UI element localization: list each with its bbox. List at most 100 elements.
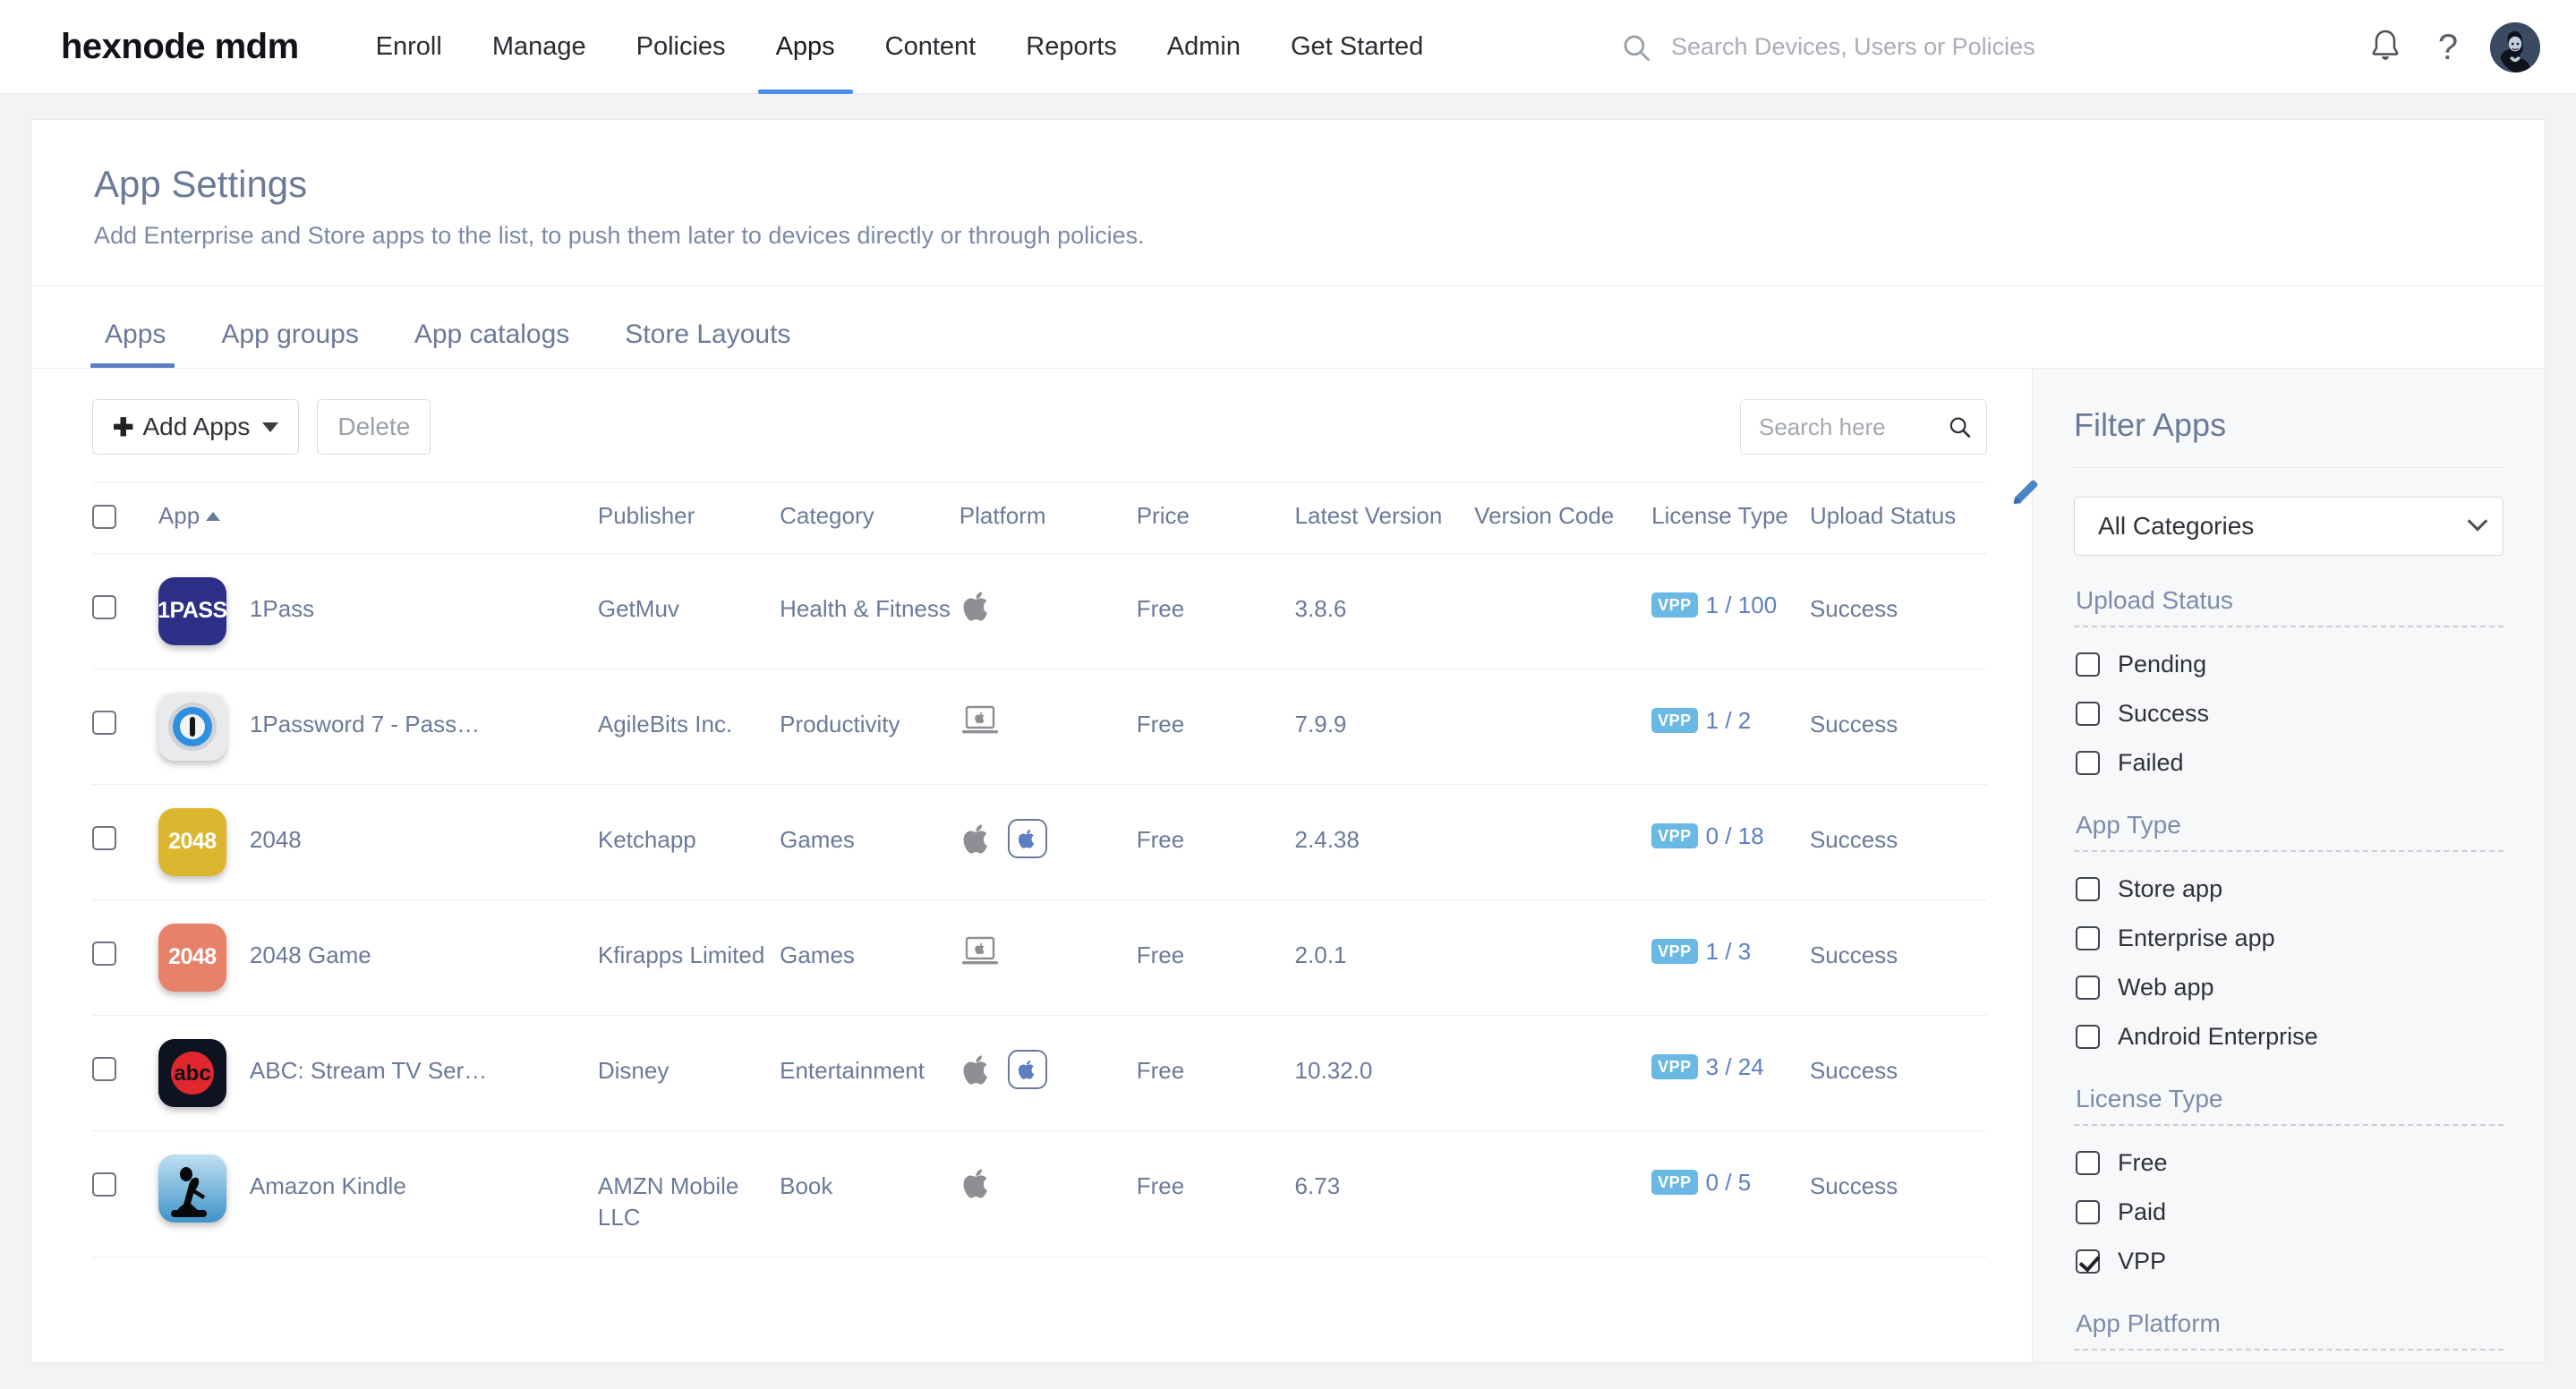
app-cell[interactable]: 2048 2048 Game xyxy=(158,899,598,1016)
filter-option-android-enterprise[interactable]: Android Enterprise xyxy=(2076,1023,2503,1051)
column-header-upload_status[interactable]: Upload Status xyxy=(1809,481,1987,554)
app-cell[interactable]: Amazon Kindle xyxy=(158,1130,598,1258)
app-cell[interactable]: 1PASS 1Pass xyxy=(158,553,598,669)
filter-checkbox[interactable] xyxy=(2076,751,2100,775)
category-value: Entertainment xyxy=(780,1057,925,1084)
filter-checkbox[interactable] xyxy=(2076,877,2100,901)
row-checkbox[interactable] xyxy=(92,710,116,735)
publisher-cell: Ketchapp xyxy=(597,784,780,900)
tab-app-catalogs[interactable]: App catalogs xyxy=(397,320,587,368)
price-cell: Free xyxy=(1136,553,1295,669)
filter-checkbox[interactable] xyxy=(2076,652,2100,677)
column-header-price[interactable]: Price xyxy=(1136,481,1295,554)
price-cell: Free xyxy=(1136,1130,1295,1258)
global-search-input[interactable] xyxy=(1669,32,2171,62)
price-cell: Free xyxy=(1136,899,1295,1016)
platform-cell xyxy=(959,1130,1137,1258)
avatar[interactable] xyxy=(2490,21,2540,72)
plus-icon: ✚ xyxy=(113,413,134,441)
row-select-cell[interactable] xyxy=(92,553,158,669)
row-checkbox[interactable] xyxy=(92,825,116,850)
1password-glyph xyxy=(158,693,226,761)
table-row[interactable]: 2048 2048 Game Kfirapps Limited Games Free 2.… xyxy=(92,899,1987,1016)
select-all-checkbox[interactable] xyxy=(92,504,116,529)
row-checkbox[interactable] xyxy=(92,1056,116,1081)
section-tabs: Apps App groups App catalogs Store Layouts xyxy=(31,286,2545,369)
column-header-category[interactable]: Category xyxy=(780,481,960,554)
filter-option-enterprise-app[interactable]: Enterprise app xyxy=(2076,925,2503,952)
filter-option-web-app[interactable]: Web app xyxy=(2076,974,2503,1001)
nav-item-manage[interactable]: Manage xyxy=(467,0,611,94)
price-cell: Free xyxy=(1136,784,1295,900)
nav-item-content[interactable]: Content xyxy=(860,0,1002,94)
filter-option-label: Store app xyxy=(2118,875,2223,902)
nav-item-apps[interactable]: Apps xyxy=(751,0,860,94)
filter-option-label: Android Enterprise xyxy=(2118,1023,2318,1050)
apps-search-box[interactable] xyxy=(1740,399,1987,455)
table-row[interactable]: abc ABC: Stream TV Ser… Disney Entertainmen… xyxy=(92,1015,1987,1131)
row-select-cell[interactable] xyxy=(92,1130,158,1258)
latest-version-cell: 10.32.0 xyxy=(1294,1015,1475,1131)
app-name: 2048 Game xyxy=(249,942,371,968)
top-bar-right-group: ? xyxy=(1621,0,2540,94)
tab-store-layouts[interactable]: Store Layouts xyxy=(607,320,808,368)
nav-item-reports[interactable]: Reports xyxy=(1001,0,1142,94)
column-header-platform[interactable]: Platform xyxy=(959,481,1137,554)
table-row[interactable]: 2048 2048 Ketchapp Games Free 2.4.38 VPP 0 / 18… xyxy=(92,784,1987,900)
filter-option-free[interactable]: Free xyxy=(2076,1149,2503,1177)
column-header-app[interactable]: App xyxy=(158,481,598,554)
brand-logo[interactable]: hexnode mdm xyxy=(61,27,299,67)
filter-group-divider xyxy=(2074,1349,2503,1351)
select-all-header[interactable] xyxy=(92,481,158,554)
row-select-cell[interactable] xyxy=(92,899,158,1016)
app-cell[interactable]: abc ABC: Stream TV Ser… xyxy=(158,1015,598,1131)
row-checkbox[interactable] xyxy=(92,1172,116,1197)
row-checkbox[interactable] xyxy=(92,594,116,619)
filter-checkbox[interactable] xyxy=(2076,1025,2100,1049)
filter-checkbox[interactable] xyxy=(2076,1200,2100,1224)
column-header-version_code[interactable]: Version Code xyxy=(1474,481,1652,554)
filter-option-store-app[interactable]: Store app xyxy=(2076,875,2503,903)
notifications-button[interactable] xyxy=(2354,16,2417,79)
tab-app-groups[interactable]: App groups xyxy=(203,320,376,368)
filter-checkbox[interactable] xyxy=(2076,1151,2100,1175)
help-button[interactable]: ? xyxy=(2417,16,2479,79)
tab-apps[interactable]: Apps xyxy=(87,320,183,368)
filter-option-vpp[interactable]: VPP xyxy=(2076,1248,2503,1275)
table-row[interactable]: 1PASS 1Pass GetMuv Health & Fitness Free 3.8.… xyxy=(92,553,1987,669)
delete-button[interactable]: Delete xyxy=(317,399,431,455)
filter-option-label: Paid xyxy=(2118,1198,2167,1225)
row-checkbox[interactable] xyxy=(92,941,116,966)
category-select[interactable]: All Categories xyxy=(2074,497,2503,556)
column-header-license_type[interactable]: License Type xyxy=(1651,481,1810,554)
column-header-publisher[interactable]: Publisher xyxy=(597,481,780,554)
filter-checkbox[interactable] xyxy=(2076,926,2100,950)
filter-option-pending[interactable]: Pending xyxy=(2076,651,2503,678)
global-search[interactable] xyxy=(1621,32,2171,63)
column-header-latest_version[interactable]: Latest Version xyxy=(1294,481,1475,554)
filter-checkbox[interactable] xyxy=(2076,1249,2100,1274)
nav-item-admin[interactable]: Admin xyxy=(1142,0,1266,94)
apps-search-input[interactable] xyxy=(1757,412,1949,442)
question-mark-icon: ? xyxy=(2437,27,2459,67)
filter-option-success[interactable]: Success xyxy=(2076,700,2503,728)
pencil-icon[interactable] xyxy=(2008,474,2043,510)
nav-item-policies[interactable]: Policies xyxy=(611,0,751,94)
filter-checkbox[interactable] xyxy=(2076,702,2100,726)
filter-option-failed[interactable]: Failed xyxy=(2076,749,2503,777)
row-select-cell[interactable] xyxy=(92,784,158,900)
app-cell[interactable]: 1Password 7 - Pass… xyxy=(158,669,598,785)
price-value: Free xyxy=(1136,826,1185,853)
filter-option-paid[interactable]: Paid xyxy=(2076,1198,2503,1226)
filter-divider xyxy=(2074,467,2503,468)
nav-item-get-started[interactable]: Get Started xyxy=(1266,0,1448,94)
nav-item-enroll[interactable]: Enroll xyxy=(351,0,467,94)
table-row[interactable]: Amazon Kindle AMZN Mobile LLC Book Free 6.73… xyxy=(92,1130,1987,1258)
app-cell[interactable]: 2048 2048 xyxy=(158,784,598,900)
add-apps-button[interactable]: ✚ Add Apps xyxy=(92,399,300,455)
vpp-badge: VPP xyxy=(1651,1054,1698,1079)
row-select-cell[interactable] xyxy=(92,1015,158,1131)
row-select-cell[interactable] xyxy=(92,669,158,785)
table-row[interactable]: 1Password 7 - Pass… AgileBits Inc. Product… xyxy=(92,669,1987,785)
filter-checkbox[interactable] xyxy=(2076,976,2100,1000)
